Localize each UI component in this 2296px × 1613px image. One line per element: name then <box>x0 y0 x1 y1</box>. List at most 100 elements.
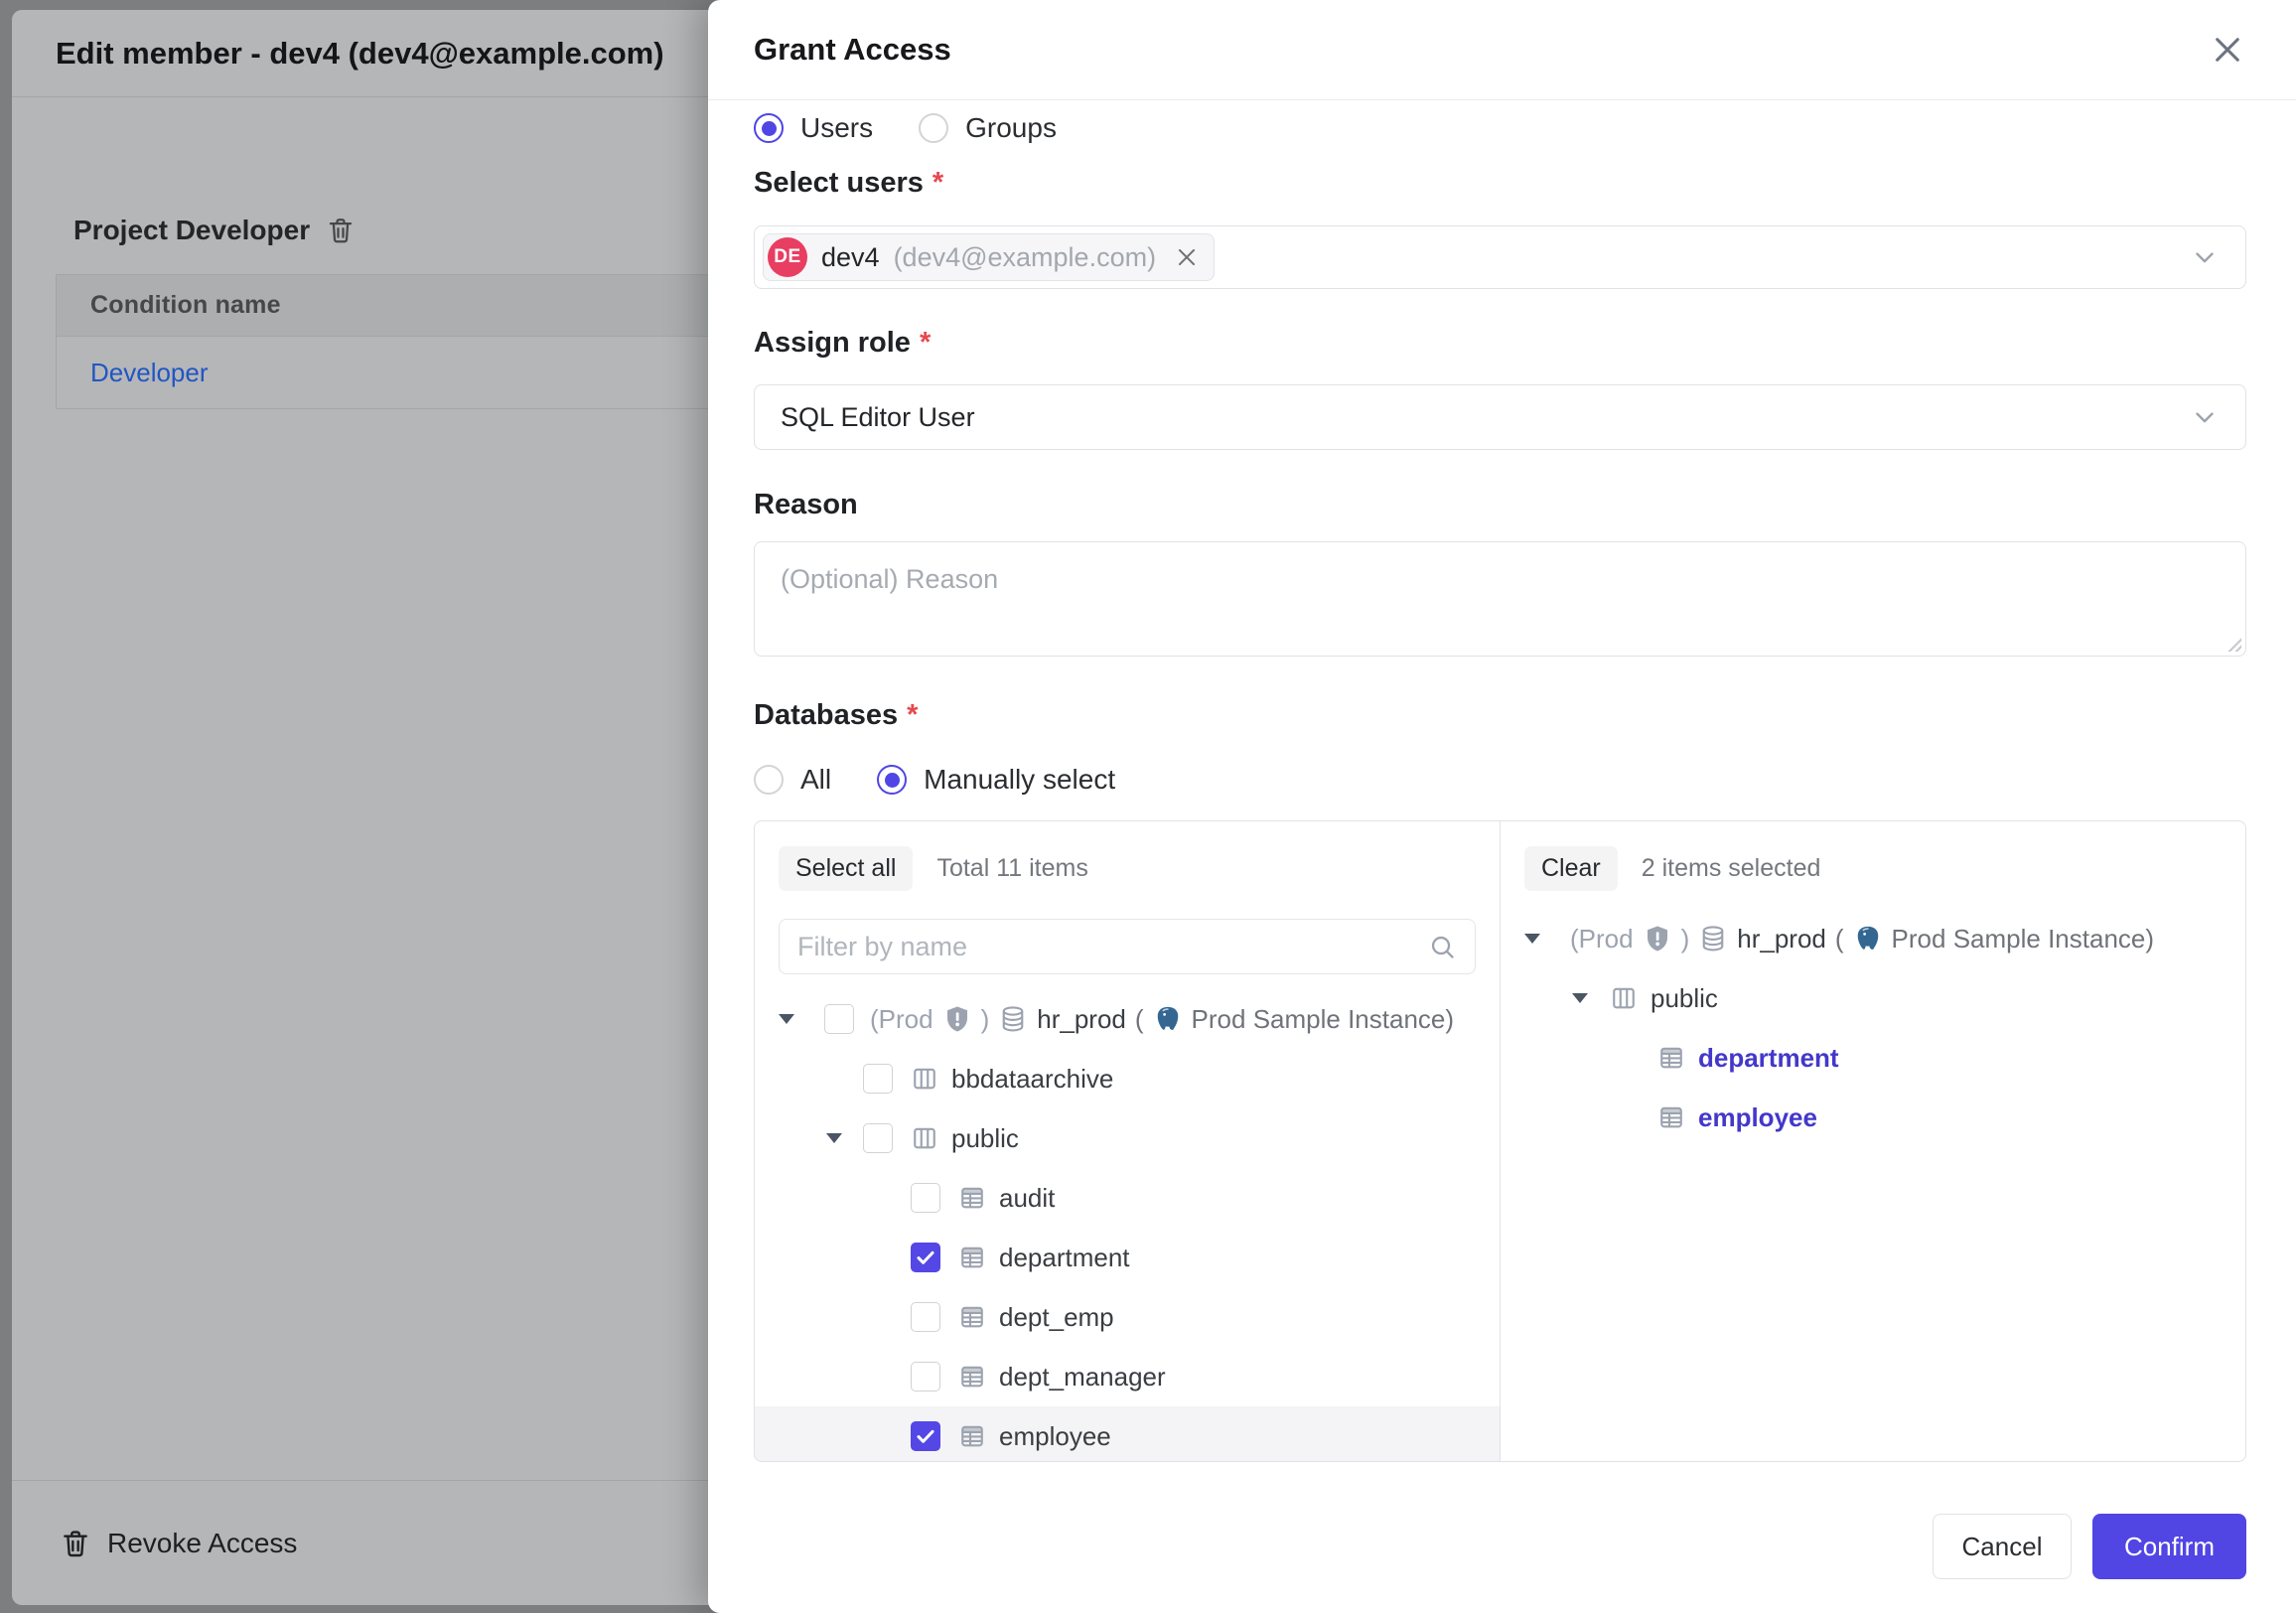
selected-user-chip: DE dev4 (dev4@example.com) <box>763 233 1215 281</box>
select-all-button[interactable]: Select all <box>779 846 913 891</box>
caret-down-icon[interactable] <box>779 1014 794 1024</box>
scope-radio-group: Users Groups <box>754 108 2246 148</box>
revoke-access-button[interactable]: Revoke Access <box>60 1528 297 1559</box>
tree-row-database-hr-prod[interactable]: (Prod ) hr_prod ( Prod Sample Instance) <box>1501 909 2245 968</box>
target-panel-header: Clear 2 items selected <box>1501 821 2245 891</box>
required-mark: * <box>920 327 931 360</box>
close-icon[interactable] <box>2209 31 2246 69</box>
user-email: (dev4@example.com) <box>894 242 1157 273</box>
table-icon <box>1656 1043 1686 1073</box>
condition-developer-link[interactable]: Developer <box>90 358 209 388</box>
select-users-input[interactable]: DE dev4 (dev4@example.com) <box>754 225 2246 289</box>
radio-manually-select[interactable]: Manually select <box>877 764 1115 796</box>
modal-footer: Cancel Confirm <box>1933 1514 2246 1579</box>
radio-users[interactable]: Users <box>754 112 873 144</box>
table-icon <box>957 1362 987 1392</box>
tree-row-table-department[interactable]: department <box>1501 1028 2245 1088</box>
project-role-label: Project Developer <box>73 215 310 246</box>
selected-count-label: 2 items selected <box>1642 854 1821 883</box>
schema-icon <box>1609 983 1639 1013</box>
total-items-label: Total 11 items <box>936 854 1087 883</box>
modal-title: Grant Access <box>754 32 2209 68</box>
source-tree: (Prod ) hr_prod ( Prod Sample Instance) <box>755 989 1500 1461</box>
radio-all-control[interactable] <box>754 765 784 795</box>
delete-role-icon[interactable] <box>326 216 356 245</box>
databases-label: Databases * <box>754 699 2246 732</box>
caret-down-icon[interactable] <box>1572 993 1588 1003</box>
chevron-down-icon <box>2190 402 2220 432</box>
filter-field <box>779 919 1476 974</box>
tree-row-table-dept-emp[interactable]: dept_emp <box>755 1287 1500 1347</box>
radio-groups[interactable]: Groups <box>919 112 1057 144</box>
environment-shield-icon <box>942 1004 972 1034</box>
checkbox-public[interactable] <box>863 1123 893 1153</box>
modal-body: Users Groups Select users * DE dev4 (dev… <box>708 108 2296 1462</box>
grant-access-modal: Grant Access Users Groups Select users *… <box>708 0 2296 1613</box>
radio-users-control[interactable] <box>754 113 784 143</box>
reason-label: Reason <box>754 489 2246 521</box>
reason-textarea[interactable] <box>754 541 2246 657</box>
database-target-panel: Clear 2 items selected (Prod ) hr_prod (… <box>1501 821 2245 1461</box>
schema-icon <box>910 1123 939 1153</box>
tree-row-schema-public[interactable]: public <box>755 1108 1500 1168</box>
caret-down-icon[interactable] <box>1524 934 1540 944</box>
assign-role-label: Assign role * <box>754 327 2246 360</box>
checkbox-dept-emp[interactable] <box>911 1302 940 1332</box>
environment-shield-icon <box>1643 924 1672 953</box>
checkbox-department[interactable] <box>911 1243 940 1272</box>
tree-row-table-employee[interactable]: employee <box>755 1406 1500 1461</box>
modal-header: Grant Access <box>708 0 2296 100</box>
radio-manual-label: Manually select <box>924 764 1115 796</box>
checkbox-bbdataarchive[interactable] <box>863 1064 893 1094</box>
instance-name: Prod Sample Instance) <box>1192 1004 1454 1035</box>
postgresql-icon <box>1153 1004 1183 1034</box>
select-users-label: Select users * <box>754 167 2246 200</box>
clear-button[interactable]: Clear <box>1524 846 1618 891</box>
radio-all-label: All <box>800 764 831 796</box>
table-icon <box>957 1302 987 1332</box>
database-name: hr_prod <box>1037 1004 1126 1035</box>
databases-mode-radio-group: All Manually select <box>754 760 2246 800</box>
radio-groups-label: Groups <box>965 112 1057 144</box>
assign-role-select[interactable]: SQL Editor User <box>754 384 2246 450</box>
checkbox-hr-prod[interactable] <box>824 1004 854 1034</box>
chevron-down-icon <box>2190 242 2220 272</box>
tree-row-database-hr-prod[interactable]: (Prod ) hr_prod ( Prod Sample Instance) <box>755 989 1500 1049</box>
edit-member-title: Edit member - dev4 (dev4@example.com) <box>56 36 664 72</box>
checkbox-employee[interactable] <box>911 1421 940 1451</box>
database-icon <box>1698 924 1728 953</box>
database-name: hr_prod <box>1737 924 1826 954</box>
tree-row-schema-bbdataarchive[interactable]: bbdataarchive <box>755 1049 1500 1108</box>
radio-all-databases[interactable]: All <box>754 764 831 796</box>
tree-row-table-employee[interactable]: employee <box>1501 1088 2245 1147</box>
tree-row-table-audit[interactable]: audit <box>755 1168 1500 1228</box>
required-mark: * <box>907 699 918 732</box>
checkbox-dept-manager[interactable] <box>911 1362 940 1392</box>
tree-row-table-dept-manager[interactable]: dept_manager <box>755 1347 1500 1406</box>
source-panel-header: Select all Total 11 items <box>755 821 1500 891</box>
database-transfer: Select all Total 11 items (Prod ) <box>754 820 2246 1462</box>
trash-icon <box>60 1528 91 1559</box>
avatar: DE <box>768 237 807 277</box>
tree-row-schema-public[interactable]: public <box>1501 968 2245 1028</box>
caret-down-icon[interactable] <box>826 1133 842 1143</box>
user-name: dev4 <box>821 242 880 273</box>
remove-user-icon[interactable] <box>1174 244 1200 270</box>
radio-groups-control[interactable] <box>919 113 948 143</box>
confirm-button[interactable]: Confirm <box>2092 1514 2246 1579</box>
target-tree: (Prod ) hr_prod ( Prod Sample Instance) … <box>1501 909 2245 1147</box>
radio-manual-control[interactable] <box>877 765 907 795</box>
tree-row-table-department[interactable]: department <box>755 1228 1500 1287</box>
checkbox-audit[interactable] <box>911 1183 940 1213</box>
revoke-access-label: Revoke Access <box>107 1528 297 1559</box>
filter-input[interactable] <box>797 932 1416 962</box>
instance-name: Prod Sample Instance) <box>1892 924 2154 954</box>
schema-icon <box>910 1064 939 1094</box>
cancel-button[interactable]: Cancel <box>1933 1514 2072 1579</box>
database-icon <box>998 1004 1028 1034</box>
postgresql-icon <box>1853 924 1883 953</box>
search-icon <box>1428 933 1457 961</box>
required-mark: * <box>933 167 943 200</box>
radio-users-label: Users <box>800 112 873 144</box>
assign-role-value: SQL Editor User <box>781 402 2190 433</box>
